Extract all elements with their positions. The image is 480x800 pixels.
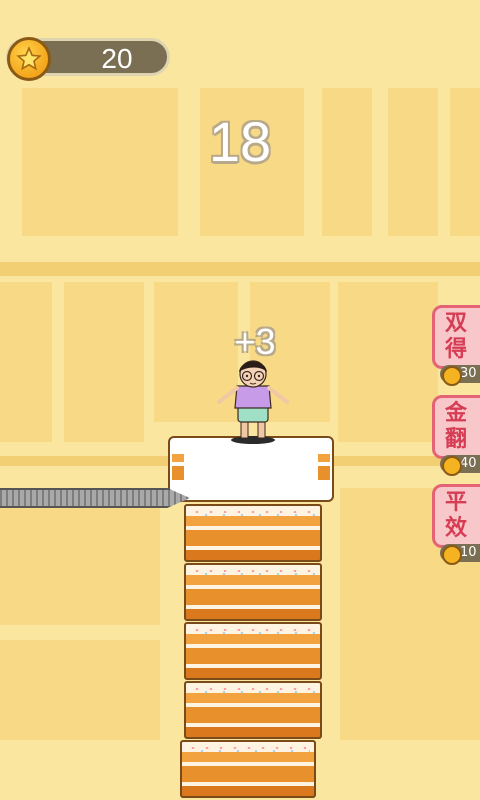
powerup-cost: 10 [440, 544, 480, 565]
player-character [217, 360, 289, 444]
powerup-cost: 40 [440, 455, 480, 476]
cake-layer [184, 622, 322, 680]
powerup-card[interactable]: 双 得 [432, 305, 480, 369]
powerup-label: 双 [445, 311, 468, 336]
cake-layer [184, 563, 322, 621]
powerup-label: 翻 [445, 427, 468, 452]
powerup-label: 效 [445, 516, 468, 541]
powerup-gold-multiplier[interactable]: 金 翻 40 [432, 395, 480, 476]
slicing-blade [0, 488, 190, 508]
powerup-label: 平 [445, 490, 468, 515]
cake-layer [180, 740, 316, 798]
current-cake-slab [168, 436, 334, 502]
powerup-label: 金 [445, 401, 468, 426]
cake-layer [184, 504, 322, 562]
powerup-flatten[interactable]: 平 效 10 [432, 484, 480, 565]
powerup-card[interactable]: 平 效 [432, 484, 480, 548]
cake-layer [184, 681, 322, 739]
powerup-cost: 30 [440, 365, 480, 386]
powerup-card[interactable]: 金 翻 [432, 395, 480, 459]
powerup-label: 得 [445, 337, 468, 362]
bonus-popup: +3 [234, 321, 276, 362]
powerup-double-score[interactable]: 双 得 30 [432, 305, 480, 386]
